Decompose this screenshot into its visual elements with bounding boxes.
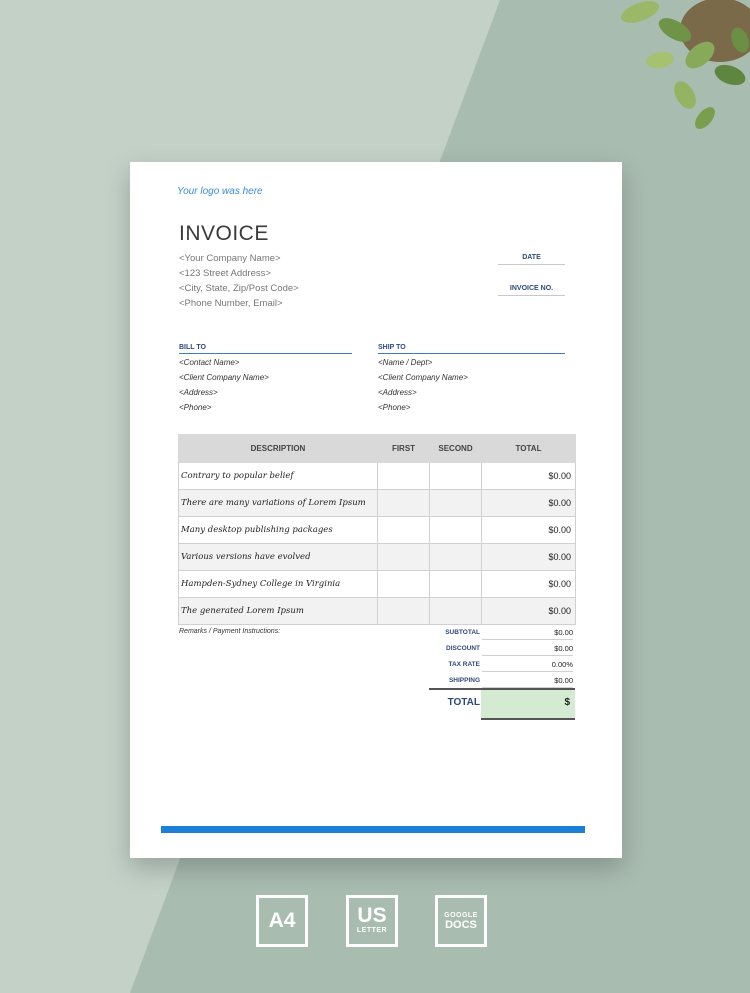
row-total: $0.00 [481,462,576,490]
row-total: $0.00 [481,597,576,625]
invoice-no-label: INVOICE NO. [498,285,565,296]
row-second [429,489,482,517]
table-row: The generated Lorem Ipsum $0.00 [178,597,576,625]
table-header-row: DESCRIPTION FIRST SECOND TOTAL [178,434,576,463]
header-first: FIRST [377,434,430,463]
a4-badge-text: A4 [268,909,296,932]
discount-value: $0.00 [482,644,573,656]
row-description: The generated Lorem Ipsum [178,597,378,625]
row-second [429,570,482,598]
bill-to-contact: <Contact Name> [179,358,240,367]
date-label: DATE [498,254,565,265]
row-first [377,543,430,571]
row-first [377,597,430,625]
company-name: <Your Company Name> [179,253,281,264]
subtotal-label: SUBTOTAL [445,629,480,636]
row-total: $0.00 [481,516,576,544]
bill-to-heading: BILL TO [179,344,352,354]
row-description: Various versions have evolved [178,543,378,571]
discount-label: DISCOUNT [446,645,480,652]
row-description: There are many variations of Lorem Ipsum [178,489,378,517]
logo-placeholder: Your logo was here [177,186,263,197]
bill-to-address: <Address> [179,388,218,397]
table-row: Contrary to popular belief $0.00 [178,462,576,490]
ship-to-address: <Address> [378,388,417,397]
a4-format-badge: A4 [256,895,308,947]
header-second: SECOND [429,434,482,463]
total-value-box: $ [481,690,575,720]
company-phone: <Phone Number, Email> [179,298,283,309]
row-first [377,516,430,544]
bill-to-company: <Client Company Name> [179,373,269,382]
bill-to-phone: <Phone> [179,403,212,412]
docs-badge-text: DOCS [445,919,477,931]
table-row: Hampden-Sydney College in Virginia $0.00 [178,570,576,598]
row-second [429,597,482,625]
remarks-label: Remarks / Payment Instructions: [179,628,281,635]
row-description: Contrary to popular belief [178,462,378,490]
ship-to-company: <Client Company Name> [378,373,468,382]
table-row: Many desktop publishing packages $0.00 [178,516,576,544]
table-row: There are many variations of Lorem Ipsum… [178,489,576,517]
row-first [377,489,430,517]
plant-decoration-icon [620,0,750,129]
total-label: TOTAL [447,697,480,708]
shipping-label: SHIPPING [448,677,480,684]
google-docs-format-badge: GOOGLE DOCS [435,895,487,947]
row-first [377,570,430,598]
ship-to-phone: <Phone> [378,403,411,412]
line-items-table: DESCRIPTION FIRST SECOND TOTAL Contrary … [178,434,576,625]
row-total: $0.00 [481,489,576,517]
company-city: <City, State, Zip/Post Code> [179,283,299,294]
row-second [429,516,482,544]
subtotal-value: $0.00 [482,628,573,640]
company-street: <123 Street Address> [179,268,271,279]
total-value: $ [564,697,570,708]
footer-accent-bar [161,826,585,833]
tax-rate-value: 0.00% [482,660,573,672]
header-description: DESCRIPTION [178,434,378,463]
letter-badge-text: LETTER [356,927,388,934]
row-second [429,543,482,571]
google-badge-text: GOOGLE [444,912,478,919]
shipping-value: $0.00 [482,676,573,688]
tax-rate-label: TAX RATE [448,661,480,668]
us-letter-format-badge: US LETTER [346,895,398,947]
row-description: Hampden-Sydney College in Virginia [178,570,378,598]
row-total: $0.00 [481,570,576,598]
us-badge-text: US [357,904,387,927]
row-second [429,462,482,490]
invoice-page: Your logo was here INVOICE <Your Company… [130,162,622,858]
table-row: Various versions have evolved $0.00 [178,543,576,571]
row-total: $0.00 [481,543,576,571]
row-first [377,462,430,490]
header-total: TOTAL [481,434,576,463]
ship-to-name: <Name / Dept> [378,358,433,367]
invoice-title: INVOICE [179,222,269,245]
row-description: Many desktop publishing packages [178,516,378,544]
ship-to-heading: SHIP TO [378,344,565,354]
